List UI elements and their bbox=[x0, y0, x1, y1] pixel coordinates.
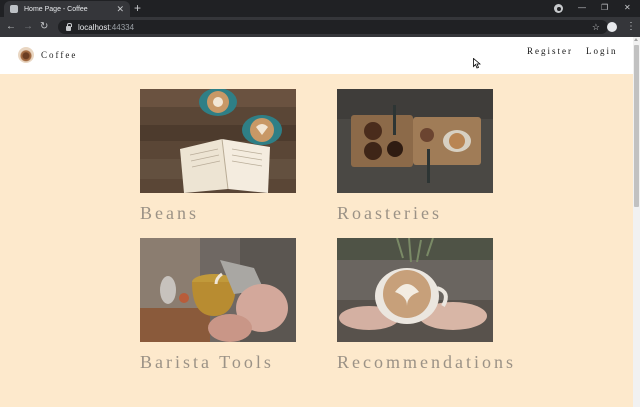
scroll-thumb[interactable] bbox=[634, 45, 639, 207]
url-host: localhost bbox=[78, 22, 110, 32]
address-bar[interactable]: localhost :44334 ☆ bbox=[58, 20, 608, 34]
login-link[interactable]: Login bbox=[586, 46, 618, 56]
card-title-roasteries[interactable]: Roasteries bbox=[337, 203, 442, 224]
brand-name[interactable]: Coffee bbox=[41, 50, 77, 60]
reload-icon[interactable]: ↻ bbox=[40, 20, 48, 34]
tab-title: Home Page - Coffee bbox=[24, 5, 88, 13]
browser-tab-bar: Home Page - Coffee ✕ + — ❐ ✕ bbox=[0, 0, 640, 17]
browser-toolbar: ← → ↻ localhost :44334 ☆ bbox=[0, 17, 640, 37]
site-navbar: Coffee Register Login bbox=[0, 37, 633, 74]
record-icon[interactable] bbox=[554, 4, 563, 13]
latte-art-hands-photo bbox=[337, 238, 493, 342]
profile-avatar-icon[interactable] bbox=[607, 22, 617, 32]
beans-image[interactable] bbox=[140, 89, 296, 193]
minimize-icon[interactable]: — bbox=[578, 2, 586, 14]
restore-icon[interactable]: ❐ bbox=[601, 2, 608, 14]
barista-tools-image[interactable] bbox=[140, 238, 296, 342]
new-tab-icon[interactable]: + bbox=[134, 2, 141, 14]
close-window-icon[interactable]: ✕ bbox=[624, 2, 631, 14]
card-title-barista-tools[interactable]: Barista Tools bbox=[140, 352, 274, 373]
lock-icon bbox=[66, 22, 72, 31]
recommendations-image[interactable] bbox=[337, 238, 493, 342]
bookmark-star-icon[interactable]: ☆ bbox=[592, 20, 600, 34]
card-title-beans[interactable]: Beans bbox=[140, 203, 199, 224]
roasteries-image[interactable] bbox=[337, 89, 493, 193]
milk-pouring-photo bbox=[140, 238, 296, 342]
register-link[interactable]: Register bbox=[527, 46, 573, 56]
mouse-cursor-icon bbox=[473, 58, 481, 69]
coffee-logo-icon[interactable] bbox=[18, 47, 34, 63]
menu-kebab-icon[interactable]: ⋮ bbox=[626, 21, 636, 33]
url-port: :44334 bbox=[109, 22, 135, 32]
close-tab-icon[interactable]: ✕ bbox=[116, 4, 124, 14]
scroll-up-arrow-icon[interactable] bbox=[634, 38, 638, 41]
page-icon bbox=[10, 5, 18, 13]
forward-icon[interactable]: → bbox=[23, 20, 33, 34]
back-icon[interactable]: ← bbox=[6, 20, 16, 34]
latte-cups-and-book-photo bbox=[140, 89, 296, 193]
browser-tab[interactable]: Home Page - Coffee ✕ bbox=[4, 1, 130, 17]
card-title-recommendations[interactable]: Recommendations bbox=[337, 352, 516, 373]
page-scrollbar[interactable] bbox=[633, 37, 640, 407]
coffee-beans-board-photo bbox=[337, 89, 493, 193]
